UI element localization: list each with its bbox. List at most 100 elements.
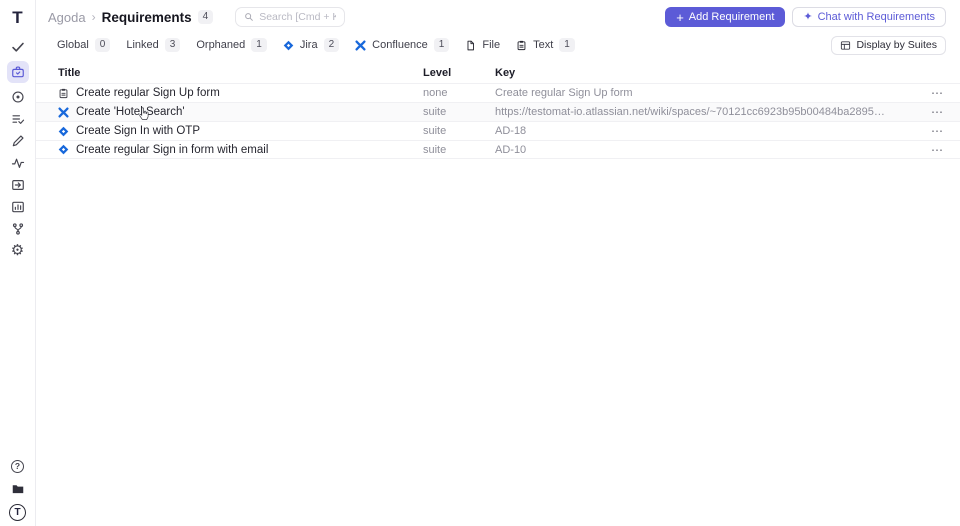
file-icon — [465, 40, 476, 51]
column-title: Title — [58, 66, 81, 79]
search-icon — [244, 12, 254, 22]
sidebar-item-editor[interactable] — [7, 133, 29, 149]
sidebar-item-requirements[interactable] — [6, 61, 29, 83]
top-bar: Agoda › Requirements 4 + Add Requirement… — [36, 0, 960, 34]
search-input[interactable] — [259, 11, 337, 23]
table-row[interactable]: Create regular Sign in form with email su… — [36, 140, 960, 159]
branch-icon — [11, 222, 25, 236]
filter-label: Text — [533, 39, 554, 51]
sidebar-item-import[interactable] — [7, 177, 29, 193]
breadcrumb-project[interactable]: Agoda — [48, 10, 86, 25]
filter-global[interactable]: Global 0 — [57, 38, 111, 52]
filter-label: Jira — [299, 39, 318, 51]
breadcrumb: Agoda › Requirements 4 — [48, 9, 214, 25]
import-icon — [11, 178, 25, 192]
main-content: Agoda › Requirements 4 + Add Requirement… — [36, 0, 960, 526]
row-menu-button[interactable]: ⋯ — [904, 124, 950, 138]
plus-icon: + — [676, 9, 684, 25]
display-layout-icon — [840, 40, 851, 51]
filter-bar: Global 0 Linked 3 Orphaned 1 Jira 2 Confluence 1 F… — [36, 34, 960, 56]
filter-label: Global — [57, 39, 89, 51]
jira-icon — [58, 126, 69, 137]
sidebar-item-tests[interactable] — [7, 39, 29, 55]
folder-icon — [11, 482, 25, 496]
filter-jira[interactable]: Jira 2 — [283, 38, 340, 52]
sidebar-nav: ⚙ — [6, 39, 29, 259]
confluence-icon — [355, 39, 366, 51]
sidebar-item-plans[interactable] — [7, 111, 29, 127]
chat-with-requirements-label: Chat with Requirements — [817, 11, 935, 23]
sidebar-item-settings[interactable]: ⚙ — [7, 243, 29, 259]
requirement-key: https://testomat-io.atlassian.net/wiki/s… — [495, 106, 902, 118]
sparkle-icon: ✦ — [803, 10, 813, 23]
requirement-title-cell: Create regular Sign in form with email — [58, 144, 423, 156]
filter-count-badge: 1 — [433, 38, 450, 52]
filter-count-badge: 1 — [559, 38, 575, 52]
requirement-level: none — [423, 87, 448, 99]
filter-file[interactable]: File — [465, 39, 500, 51]
sidebar-item-help[interactable]: ? — [7, 458, 29, 474]
requirement-level: suite — [423, 125, 447, 137]
requirement-title[interactable]: Create regular Sign Up form — [76, 87, 220, 99]
filter-text[interactable]: Text 1 — [516, 38, 575, 52]
sidebar-item-account[interactable]: T — [7, 503, 29, 521]
page-title: Requirements — [101, 9, 192, 25]
add-requirement-button[interactable]: + Add Requirement — [665, 7, 786, 27]
column-level: Level — [423, 66, 452, 79]
sidebar-item-traceability[interactable] — [7, 221, 29, 237]
sidebar-bottom: ? T — [7, 458, 29, 521]
circle-dot-icon — [11, 90, 25, 104]
requirement-key: Create regular Sign Up form — [495, 87, 633, 99]
requirement-key: AD-10 — [495, 143, 527, 156]
sidebar-item-runs[interactable] — [7, 89, 29, 105]
sidebar-item-projects[interactable] — [7, 481, 29, 497]
sidebar: T ⚙ ? T — [0, 0, 36, 526]
jira-icon — [58, 144, 69, 155]
confluence-icon — [58, 106, 69, 118]
table-row[interactable]: Create 'Hotel Search' suite https://testom… — [36, 102, 960, 121]
requirement-title[interactable]: Create 'Hotel Search' — [76, 106, 185, 118]
filter-label: Confluence — [372, 39, 428, 51]
filter-count-badge: 2 — [323, 38, 340, 52]
row-menu-button[interactable]: ⋯ — [904, 105, 950, 119]
requirement-title-cell: Create regular Sign Up form — [58, 87, 423, 99]
table-row[interactable]: Create Sign In with OTP suite AD-18 ⋯ — [36, 121, 960, 140]
table-body: Create regular Sign Up form none Create re… — [36, 83, 960, 159]
display-by-suites-button[interactable]: Display by Suites — [831, 35, 946, 55]
add-requirement-label: Add Requirement — [688, 11, 775, 23]
requirements-page: { "icons": { "plus": "+", "sparkle": "✦"… — [0, 0, 960, 526]
sidebar-item-analytics[interactable] — [7, 199, 29, 215]
filter-label: Orphaned — [196, 39, 246, 51]
requirement-title[interactable]: Create regular Sign in form with email — [76, 144, 268, 156]
chat-with-requirements-button[interactable]: ✦ Chat with Requirements — [792, 7, 946, 27]
row-menu-button[interactable]: ⋯ — [904, 86, 950, 100]
pencil-icon — [11, 134, 25, 148]
sidebar-item-pulse[interactable] — [7, 155, 29, 171]
filter-count-badge: 3 — [164, 38, 181, 52]
filter-orphaned[interactable]: Orphaned 1 — [196, 38, 267, 52]
text-icon — [58, 88, 69, 99]
briefcase-icon — [11, 65, 25, 79]
search-box[interactable] — [235, 7, 346, 27]
requirements-count-badge: 4 — [197, 10, 214, 24]
table-row[interactable]: Create regular Sign Up form none Create re… — [36, 83, 960, 102]
user-avatar[interactable]: T — [9, 503, 26, 521]
app-logo[interactable]: T — [12, 6, 22, 30]
column-key: Key — [495, 66, 516, 79]
requirement-level: suite — [423, 143, 447, 156]
breadcrumb-separator-icon: › — [91, 10, 96, 24]
display-by-suites-label: Display by Suites — [856, 39, 937, 51]
text-icon — [516, 40, 527, 51]
filter-linked[interactable]: Linked 3 — [126, 38, 181, 52]
row-menu-button[interactable]: ⋯ — [904, 143, 950, 157]
jira-icon — [283, 40, 294, 51]
requirement-title-cell: Create 'Hotel Search' — [58, 106, 423, 118]
pulse-icon — [11, 156, 25, 170]
filter-count-badge: 1 — [251, 38, 267, 52]
list-check-icon — [11, 112, 25, 126]
filter-confluence[interactable]: Confluence 1 — [355, 38, 450, 52]
requirement-key: AD-18 — [495, 125, 527, 137]
requirement-title[interactable]: Create Sign In with OTP — [76, 125, 200, 137]
requirements-table: Title Level Key Create regular Sign Up f… — [36, 62, 960, 159]
filter-chips: Global 0 Linked 3 Orphaned 1 Jira 2 Confluence 1 F… — [57, 38, 575, 52]
